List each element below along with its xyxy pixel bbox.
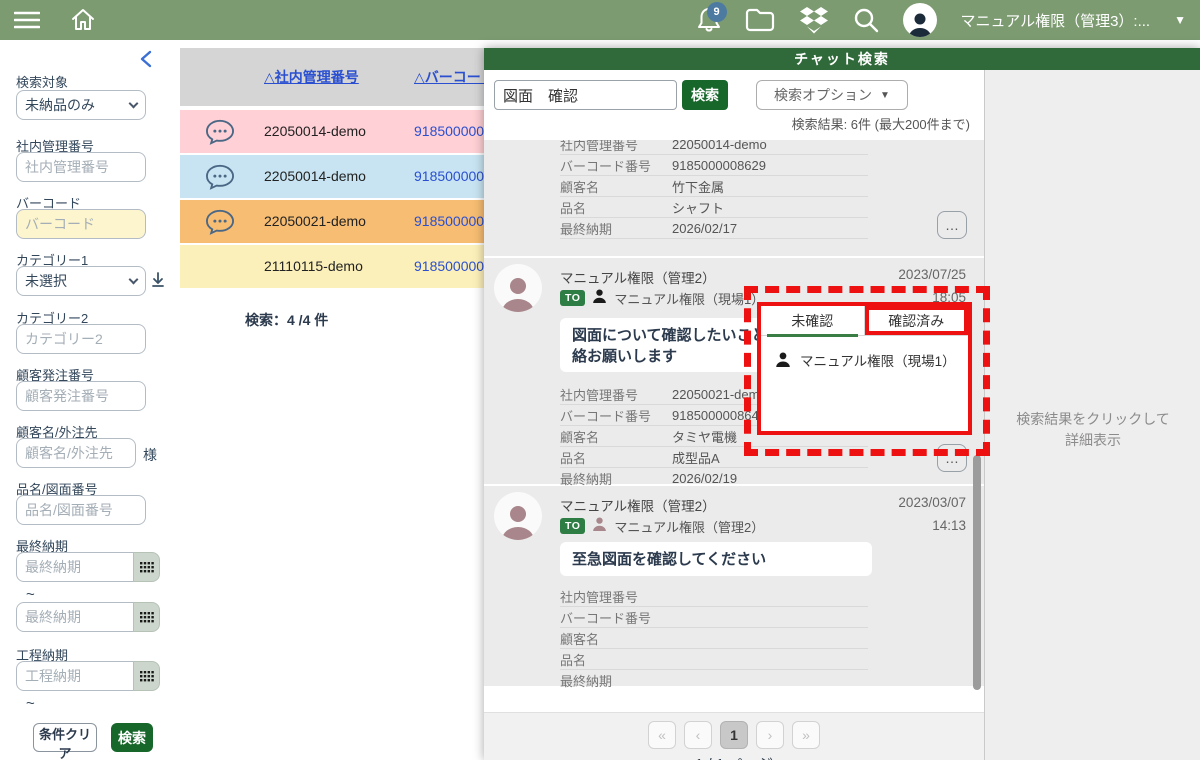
calendar-icon[interactable] <box>133 661 160 691</box>
chat-bubble-icon[interactable] <box>180 118 260 146</box>
chat-result-card[interactable]: 社内管理番号22050014-demo バーコード番号9185000008629… <box>484 140 984 256</box>
to-badge: TO <box>560 518 585 534</box>
app-window: 9 マニュアル権限（管理3）:... ▼ 検索対象 未納品のみ <box>0 0 1200 760</box>
chat-result-summary: 検索結果: 6件 (最大200件まで) <box>792 114 970 133</box>
notifications-bell-icon[interactable]: 9 <box>697 7 721 33</box>
recipient-person-icon <box>592 516 607 536</box>
internal-no-input[interactable] <box>16 152 146 182</box>
chevron-down-icon: ▼ <box>880 90 890 101</box>
pagination-prev-button[interactable]: ‹ <box>684 721 712 749</box>
chat-search-options-button[interactable]: 検索オプション ▼ <box>756 80 908 110</box>
range-separator: ~ <box>26 586 35 603</box>
sidebar-search-button[interactable]: 検索 <box>111 723 153 752</box>
recipient-name: マニュアル権限（管理2） <box>614 517 764 536</box>
customer-name-input[interactable] <box>16 438 136 468</box>
message-bubble: 至急図面を確認してください <box>560 542 872 576</box>
search-filter-sidebar: 検索対象 未納品のみ 社内管理番号 バーコード カテゴリー1 未選択 カテゴリー… <box>0 40 180 760</box>
category1-select[interactable]: 未選択 <box>16 266 146 296</box>
process-due-from-input[interactable] <box>16 661 134 691</box>
user-menu-caret-icon[interactable]: ▼ <box>1174 13 1186 27</box>
item-name-input[interactable] <box>16 495 146 525</box>
read-status-popup: 未確認 確認済み マニュアル権限（現場1） <box>757 302 972 435</box>
pagination-label: 1 / 1 ページ <box>484 753 984 760</box>
search-target-label: 検索対象 <box>16 72 68 91</box>
notification-count-badge: 9 <box>707 2 727 22</box>
tab-unconfirmed[interactable]: 未確認 <box>761 306 865 335</box>
calendar-icon[interactable] <box>133 602 160 632</box>
home-icon[interactable] <box>70 8 96 32</box>
category-expand-icon[interactable] <box>150 272 166 295</box>
customer-order-no-input[interactable] <box>16 381 146 411</box>
chat-modal-title: チャット検索 <box>484 48 1200 70</box>
sender-avatar <box>494 492 542 540</box>
to-badge: TO <box>560 290 585 306</box>
sender-avatar <box>494 264 542 312</box>
chat-result-card[interactable]: マニュアル権限（管理2） 2023/03/07 TO マニュアル権限（管理2） … <box>484 486 984 686</box>
calendar-icon[interactable] <box>133 552 160 582</box>
pagination-page-1-button[interactable]: 1 <box>720 721 748 749</box>
final-due-to-input[interactable] <box>16 602 134 632</box>
chat-pagination-footer: « ‹ 1 › » 1 / 1 ページ <box>484 712 984 760</box>
recipient-person-icon <box>592 288 607 308</box>
pagination-next-button[interactable]: › <box>756 721 784 749</box>
dropbox-icon[interactable] <box>799 7 829 34</box>
chat-bubble-icon[interactable] <box>180 208 260 236</box>
table-row[interactable]: 22050021-demo 918500000864 <box>180 200 484 245</box>
tab-confirmed[interactable]: 確認済み <box>865 306 969 335</box>
message-time: 14:13 <box>932 518 966 533</box>
folder-icon[interactable] <box>745 8 775 32</box>
chevron-down-icon <box>129 98 139 108</box>
message-date: 2023/03/07 <box>898 495 966 510</box>
collapse-sidebar-chevron-icon[interactable] <box>138 50 154 73</box>
table-header-row: △社内管理番号 △バーコード番号 <box>180 48 484 106</box>
person-icon <box>775 351 791 370</box>
more-options-button[interactable]: … <box>937 211 967 239</box>
user-name-label[interactable]: マニュアル権限（管理3）:... <box>961 10 1151 31</box>
more-options-button[interactable]: … <box>937 444 967 472</box>
detail-hint-text: 検索結果をクリックして 詳細表示 <box>985 409 1200 451</box>
message-date: 2023/07/25 <box>898 267 966 282</box>
hamburger-menu-icon[interactable] <box>14 10 40 30</box>
range-separator: ~ <box>26 695 35 712</box>
table-row[interactable]: 21110115-demo 918500000861 <box>180 245 484 290</box>
chat-list-scrollbar[interactable] <box>973 455 981 690</box>
pagination-last-button[interactable]: » <box>792 721 820 749</box>
table-row[interactable]: 22050014-demo 918500000863 <box>180 155 484 200</box>
chat-search-button[interactable]: 検索 <box>682 80 728 110</box>
sender-name: マニュアル権限（管理2） <box>560 495 716 515</box>
search-icon[interactable] <box>853 7 879 33</box>
sort-internal-no-link[interactable]: △社内管理番号 <box>264 69 359 85</box>
search-target-select[interactable]: 未納品のみ <box>16 90 146 120</box>
clear-conditions-button[interactable]: 条件クリア <box>33 723 97 752</box>
table-result-count: 検索：4 /4 件 <box>245 310 328 330</box>
customer-suffix-label: 様 <box>143 445 157 465</box>
sort-barcode-link[interactable]: △バーコード番号 <box>414 69 484 85</box>
pagination-first-button[interactable]: « <box>648 721 676 749</box>
user-avatar[interactable] <box>903 3 937 37</box>
category2-input[interactable] <box>16 324 146 354</box>
orders-table: △社内管理番号 △バーコード番号 22050014-demo 918500000… <box>180 48 484 290</box>
chevron-down-icon <box>129 274 139 284</box>
final-due-from-input[interactable] <box>16 552 134 582</box>
recipient-name: マニュアル権限（現場1） <box>614 289 764 308</box>
chat-bubble-icon[interactable] <box>180 163 260 191</box>
sender-name: マニュアル権限（管理2） <box>560 267 716 287</box>
chat-detail-pane: 検索結果をクリックして 詳細表示 <box>984 70 1200 760</box>
popup-member-row: マニュアル権限（現場1） <box>775 350 968 370</box>
chat-search-input[interactable] <box>494 80 677 110</box>
table-row[interactable]: 22050014-demo 918500000862 <box>180 110 484 155</box>
top-header: 9 マニュアル権限（管理3）:... ▼ <box>0 0 1200 40</box>
barcode-input[interactable] <box>16 209 146 239</box>
